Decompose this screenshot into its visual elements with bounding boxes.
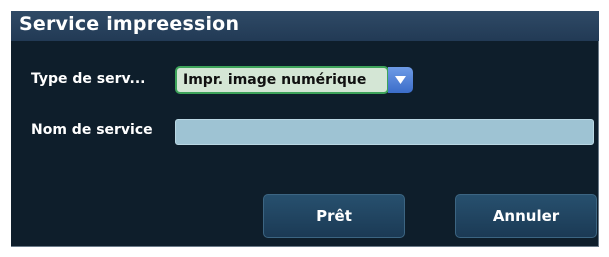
chevron-down-icon: [395, 76, 406, 84]
cancel-button[interactable]: Annuler: [455, 194, 597, 238]
service-type-selected-value: Impr. image numérique: [183, 72, 367, 88]
service-type-label: Type de serv...: [31, 71, 146, 87]
dropdown-button[interactable]: [388, 67, 413, 93]
dialog-title: Service impreession: [19, 13, 240, 35]
service-name-label: Nom de service: [31, 122, 153, 138]
service-type-select-box[interactable]: Impr. image numérique: [175, 66, 389, 94]
ok-button[interactable]: Prêt: [263, 194, 405, 238]
service-print-dialog: Service impreession Type de serv... Impr…: [11, 11, 599, 247]
dialog-title-bar: Service impreession: [11, 11, 599, 41]
service-name-input[interactable]: [175, 119, 594, 145]
service-type-select[interactable]: Impr. image numérique: [175, 66, 415, 94]
